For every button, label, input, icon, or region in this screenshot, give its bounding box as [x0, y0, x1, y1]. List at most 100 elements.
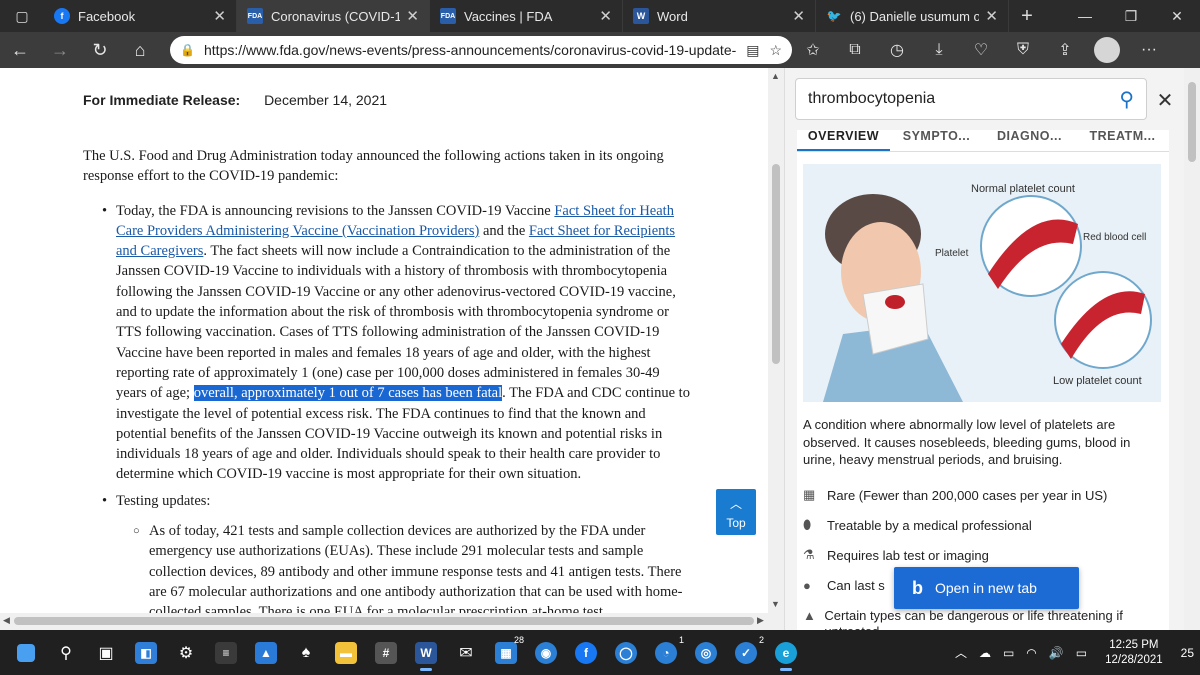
pill-icon: ⬮	[803, 517, 812, 532]
favorites-icon[interactable]: ✩	[792, 32, 834, 68]
search-icon[interactable]: ⚲	[46, 633, 86, 673]
chevron-up-icon: ︿	[729, 496, 742, 511]
list-item-testing: Testing updates: As of today, 421 tests …	[83, 491, 693, 623]
url-text: https://www.fda.gov/news-events/press-an…	[204, 42, 737, 58]
app-icon-1[interactable]: ◉	[526, 633, 566, 673]
tab-coronavirus[interactable]: FDA Coronavirus (COVID-19) Update ✕	[237, 0, 430, 32]
highlighted-text[interactable]: overall, approximately 1 out of 7 cases …	[193, 385, 503, 402]
text-run: . The fact sheets will now include a Con…	[116, 243, 676, 402]
tab-symptoms[interactable]: SYMPTO...	[890, 130, 983, 151]
notification-count[interactable]: 25	[1181, 646, 1194, 660]
search-icon[interactable]: ⚲	[1119, 87, 1134, 112]
text-run: Today, the FDA is announcing revisions t…	[116, 202, 555, 219]
horizontal-scrollbar[interactable]: ◀ ▶	[0, 613, 784, 630]
settings-icon[interactable]: ⚙	[166, 633, 206, 673]
fact-text: Treatable by a medical professional	[827, 517, 1032, 533]
profile-avatar[interactable]	[1094, 37, 1120, 63]
close-icon[interactable]: ✕	[213, 7, 226, 25]
tab-actions-icon[interactable]: ▢	[0, 0, 44, 32]
cloud-icon[interactable]: ☁	[979, 646, 991, 660]
start-icon[interactable]	[6, 633, 46, 673]
tab-vaccines[interactable]: FDA Vaccines | FDA ✕	[430, 0, 623, 32]
volume-icon[interactable]: 🔊	[1049, 646, 1064, 660]
browser-essentials-icon[interactable]: ⛨	[1002, 32, 1044, 68]
clock[interactable]: 12:25 PM 12/28/2021	[1105, 638, 1163, 668]
blood-spot	[885, 295, 905, 309]
favorite-add-icon[interactable]: ☆	[769, 42, 782, 59]
share-icon[interactable]: ⇪	[1044, 32, 1086, 68]
minimize-icon[interactable]: —	[1062, 0, 1108, 32]
facebook-app-icon[interactable]: f	[566, 633, 606, 673]
task-view-icon[interactable]: ▣	[86, 633, 126, 673]
history-icon[interactable]: ◷	[876, 32, 918, 68]
release-line: For Immediate Release: December 14, 2021	[83, 92, 387, 108]
photos-icon[interactable]: ▲	[246, 633, 286, 673]
lock-icon[interactable]: 🔒	[180, 43, 196, 57]
close-icon[interactable]: ✕	[599, 7, 612, 25]
tab-diagnosis[interactable]: DIAGNO...	[983, 130, 1076, 151]
battery-icon[interactable]: ▭	[1076, 646, 1087, 660]
file-explorer-icon[interactable]: ▬	[326, 633, 366, 673]
downloads-icon[interactable]: ⤓	[918, 32, 960, 68]
wifi-icon[interactable]: ◠	[1026, 646, 1036, 660]
tab-facebook[interactable]: f Facebook ✕	[44, 0, 237, 32]
keyboard-icon[interactable]: ▭	[1003, 646, 1014, 660]
messenger-icon[interactable]: ◯	[606, 633, 646, 673]
chat2-badge: 2	[758, 634, 764, 645]
chevron-up-icon[interactable]: ︿	[955, 644, 967, 661]
performance-icon[interactable]: ♡	[960, 32, 1002, 68]
condition-illustration: Normal platelet count Platelet Red blood…	[803, 164, 1161, 402]
release-label: For Immediate Release:	[83, 92, 241, 108]
close-icon[interactable]: ✕	[792, 7, 805, 25]
calendar-icon[interactable]: ▦ 28	[486, 633, 526, 673]
calculator-icon[interactable]: ≡	[206, 633, 246, 673]
mail-icon[interactable]: ✉	[446, 633, 486, 673]
navigation-bar: ← → ↻ ⌂ 🔒 https://www.fda.gov/news-event…	[0, 32, 1200, 68]
scroll-up-arrow[interactable]: ▲	[771, 71, 780, 81]
scroll-right-arrow[interactable]: ▶	[757, 615, 764, 626]
tab-title: Coronavirus (COVID-19) Update	[271, 8, 401, 24]
update-list: Today, the FDA is announcing revisions t…	[83, 201, 693, 623]
page-scrollbar[interactable]: ▲ ▼	[768, 68, 784, 630]
widgets-icon[interactable]: ◧	[126, 633, 166, 673]
close-icon[interactable]: ✕	[985, 7, 998, 25]
scroll-left-arrow[interactable]: ◀	[3, 615, 10, 626]
tab-overview[interactable]: OVERVIEW	[797, 130, 890, 151]
open-in-new-tab-button[interactable]: b Open in new tab	[894, 567, 1079, 609]
forward-icon[interactable]: →	[40, 32, 80, 68]
edge-icon[interactable]: e	[766, 633, 806, 673]
scrollbar-thumb[interactable]	[772, 164, 780, 364]
reader-view-icon[interactable]: ▤	[746, 42, 759, 59]
hscroll-thumb[interactable]	[14, 617, 754, 625]
release-date: December 14, 2021	[264, 92, 388, 108]
tab-twitter[interactable]: 🐦 (6) Danielle usumum on Tw ✕	[816, 0, 1009, 32]
home-icon[interactable]: ⌂	[120, 32, 160, 68]
address-bar[interactable]: 🔒 https://www.fda.gov/news-events/press-…	[170, 36, 792, 64]
tab-word[interactable]: W Word ✕	[623, 0, 816, 32]
back-to-top-button[interactable]: ︿ Top	[716, 489, 756, 535]
scroll-down-arrow[interactable]: ▼	[771, 599, 780, 609]
refresh-icon[interactable]: ↻	[80, 32, 120, 68]
restore-icon[interactable]: ❐	[1108, 0, 1154, 32]
app-icon-2[interactable]: ◎	[686, 633, 726, 673]
collections-icon[interactable]: ⧉	[834, 32, 876, 68]
calculator-app-icon[interactable]: #	[366, 633, 406, 673]
sidepanel-scroll-thumb[interactable]	[1188, 82, 1196, 162]
search-side-panel: thrombocytopenia ⚲ ✕ OVERVIEW SYMPTO... …	[784, 68, 1200, 639]
sidepanel-scrollbar[interactable]	[1184, 68, 1200, 630]
label-normal: Normal platelet count	[971, 183, 1075, 195]
card-tabs: OVERVIEW SYMPTO... DIAGNO... TREATM...	[797, 130, 1169, 152]
sidebar-search-input[interactable]: thrombocytopenia ⚲	[795, 78, 1147, 120]
new-tab-button[interactable]: +	[1009, 0, 1045, 32]
more-icon[interactable]: ···	[1128, 32, 1170, 68]
article-body: The U.S. Food and Drug Administration to…	[83, 146, 693, 629]
back-icon[interactable]: ←	[0, 32, 40, 68]
chat-icon-2[interactable]: ✓ 2	[726, 633, 766, 673]
close-icon[interactable]: ✕	[406, 7, 419, 25]
close-window-icon[interactable]: ✕	[1154, 0, 1200, 32]
solitaire-icon[interactable]: ♠	[286, 633, 326, 673]
tab-treatment[interactable]: TREATM...	[1076, 130, 1169, 151]
chat-icon-1[interactable]: ◔ 1	[646, 633, 686, 673]
word-app-icon[interactable]: W	[406, 633, 446, 673]
close-icon[interactable]: ✕	[1153, 88, 1177, 112]
